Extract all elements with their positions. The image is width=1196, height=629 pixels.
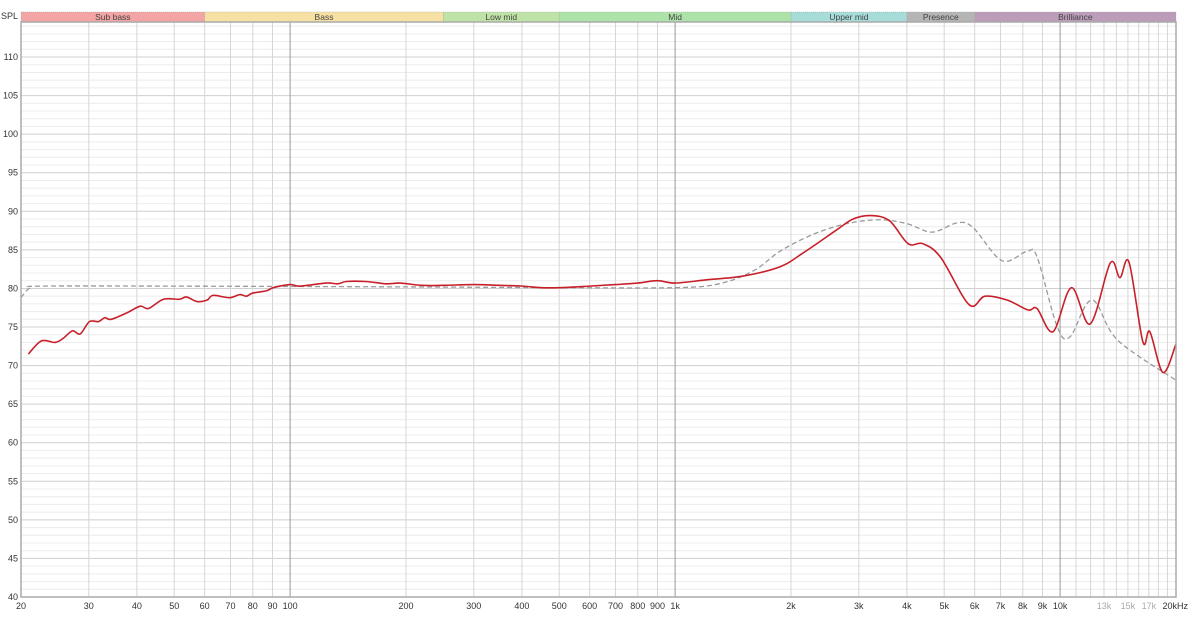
- x-tick-label: 4k: [902, 601, 912, 611]
- band-label: Low mid: [485, 12, 517, 22]
- band-label: Presence: [923, 12, 959, 22]
- x-tick-label: 90: [267, 601, 277, 611]
- x-tick-label: 3k: [854, 601, 864, 611]
- x-tick-label: 5k: [939, 601, 949, 611]
- x-tick-label: 20kHz: [1162, 601, 1188, 611]
- x-tick-label: 20: [16, 601, 26, 611]
- y-tick-label: 65: [8, 399, 18, 409]
- y-tick-label: 105: [3, 91, 18, 101]
- x-tick-label: 15k: [1121, 601, 1136, 611]
- x-tick-label: 60: [200, 601, 210, 611]
- y-tick-label: 45: [8, 553, 18, 563]
- x-tick-label: 8k: [1018, 601, 1028, 611]
- x-tick-label: 40: [132, 601, 142, 611]
- x-tick-label: 17k: [1142, 601, 1157, 611]
- x-tick-label: 600: [582, 601, 597, 611]
- y-tick-label: 75: [8, 322, 18, 332]
- x-tick-label: 500: [552, 601, 567, 611]
- y-tick-label: 110: [4, 52, 18, 62]
- series: [20, 214, 1177, 381]
- y-axis-label: SPL: [1, 11, 18, 21]
- band-label: Brilliance: [1058, 12, 1093, 22]
- x-tick-label: 10k: [1053, 601, 1068, 611]
- grid: [20, 22, 1177, 598]
- y-tick-label: 80: [8, 283, 18, 293]
- y-tick-label: 55: [8, 476, 18, 486]
- x-tick-label: 50: [169, 601, 179, 611]
- x-tick-label: 7k: [996, 601, 1006, 611]
- x-tick-label: 80: [248, 601, 258, 611]
- x-tick-label: 400: [514, 601, 529, 611]
- x-tick-label: 100: [283, 601, 298, 611]
- x-tick-label: 300: [466, 601, 481, 611]
- y-tick-label: 95: [8, 168, 18, 178]
- y-tick-label: 50: [8, 515, 18, 525]
- x-tick-label: 700: [608, 601, 623, 611]
- band-label: Upper mid: [829, 12, 868, 22]
- x-tick-label: 2k: [786, 601, 796, 611]
- x-tick-labels: 20 30 40 50 60 70 80 90 100 200 300 400 500 600 700 800…: [16, 601, 1189, 611]
- frequency-response-chart: Sub bass Bass Low mid Mid Upper mid Presence B…: [1, 11, 1189, 611]
- y-tick-label: 85: [8, 245, 18, 255]
- x-tick-label: 6k: [970, 601, 980, 611]
- band-label: Bass: [315, 12, 334, 22]
- x-tick-label: 70: [225, 601, 235, 611]
- x-tick-label: 1k: [670, 601, 680, 611]
- x-tick-label: 800: [630, 601, 645, 611]
- y-tick-labels: 404550556065707580859095100105110: [3, 52, 18, 602]
- series-line-measurement: [27, 214, 1177, 374]
- x-tick-label: 30: [84, 601, 94, 611]
- y-tick-label: 90: [8, 206, 18, 216]
- x-tick-label: 900: [650, 601, 665, 611]
- y-tick-label: 60: [8, 438, 18, 448]
- y-tick-label: 100: [3, 129, 18, 139]
- x-tick-label: 9k: [1038, 601, 1048, 611]
- band-label: Sub bass: [95, 12, 130, 22]
- band-label: Mid: [668, 12, 682, 22]
- x-tick-label: 13k: [1097, 601, 1112, 611]
- y-tick-label: 70: [8, 361, 18, 371]
- frequency-bands: Sub bass Bass Low mid Mid Upper mid Presence B…: [20, 11, 1177, 23]
- x-tick-label: 200: [398, 601, 413, 611]
- plot-frame: [20, 21, 1177, 598]
